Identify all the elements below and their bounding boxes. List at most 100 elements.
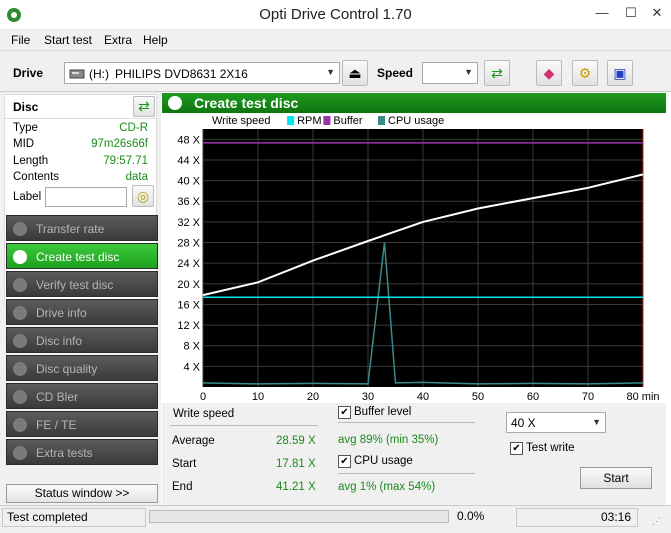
nav-disc-info[interactable]: Disc info [6, 327, 158, 353]
legend-label: CPU usage [388, 115, 444, 127]
gear-icon: ⚙ [578, 65, 592, 81]
refresh-icon: ⇄ [491, 65, 503, 81]
drive-info-icon [13, 306, 27, 320]
disc-length-row: Length 79:57.71 [13, 155, 150, 171]
test-write-checkbox[interactable]: ✔ [510, 442, 523, 455]
cd-bler-icon [13, 390, 27, 404]
y-tick-label: 4 X [183, 361, 200, 373]
menu-start-test[interactable]: Start test [44, 33, 92, 47]
disc-header-title: Disc [13, 100, 39, 114]
nav-disc-quality[interactable]: Disc quality [6, 355, 158, 381]
speed-select[interactable]: ▼ [422, 62, 478, 84]
nav-drive-info[interactable]: Drive info [6, 299, 158, 325]
divider [338, 473, 475, 474]
extra-tests-icon [13, 446, 27, 460]
chevron-down-icon: ▼ [592, 417, 601, 427]
disc-type-label: Type [13, 122, 38, 134]
buffer-level-checkbox[interactable]: ✔ [338, 406, 351, 419]
left-pane: Disc ⇄ Type CD-R MID 97m26s66f Length 79:57… [0, 92, 161, 505]
nav-label: Verify test disc [36, 278, 114, 292]
status-bar: Test completed 0.0% 03:16 ⋰ [0, 505, 671, 533]
x-axis-ticks: 0 10 20 30 40 50 60 70 80 min [200, 391, 660, 403]
y-tick-label: 8 X [183, 341, 200, 353]
start-button[interactable]: Start [580, 467, 652, 489]
x-tick-label: 40 [417, 391, 429, 403]
buffer-avg: avg 89% (min 35%) [338, 434, 439, 446]
drive-icon [69, 69, 85, 79]
drive-select[interactable]: (H:) PHILIPS DVD8631 2X16 ▼ [64, 62, 340, 84]
settings-button[interactable]: ⚙ [572, 60, 598, 86]
toolbar: Drive (H:) PHILIPS DVD8631 2X16 ▼ ⏏ Spee… [0, 50, 671, 92]
main-header: Create test disc [162, 93, 666, 113]
disc-type-row: Type CD-R [13, 122, 150, 138]
disc-label-input[interactable] [45, 187, 127, 207]
nav-verify-test-disc[interactable]: Verify test disc [6, 271, 158, 297]
y-tick-label: 12 X [177, 320, 200, 332]
maximize-button[interactable]: ☐ [618, 2, 644, 24]
refresh-speed-button[interactable]: ⇄ [484, 60, 510, 86]
window-title: Opti Drive Control 1.70 [259, 6, 412, 23]
nav-label: Create test disc [36, 250, 120, 264]
write-speed-chart: Write speed RPM Buffer CPU usage 4 X 8 X 12 X… [177, 115, 660, 403]
cpu-usage-checkbox[interactable]: ✔ [338, 455, 351, 468]
nav-extra-tests[interactable]: Extra tests [6, 439, 158, 465]
nav-transfer-rate[interactable]: Transfer rate [6, 215, 158, 241]
erase-button[interactable]: ◆ [536, 60, 562, 86]
status-text: Test completed [2, 508, 146, 527]
nav-fe-te[interactable]: FE / TE [6, 411, 158, 437]
minimize-button[interactable]: — [589, 2, 615, 24]
disc-type-value: CD-R [119, 122, 148, 134]
refresh-disc-button[interactable]: ⇄ [133, 96, 155, 117]
close-button[interactable]: ✕ [644, 2, 670, 24]
chart-area: Write speed RPM Buffer CPU usage 4 X 8 X 12 X… [162, 113, 666, 403]
x-tick-label: 20 [307, 391, 319, 403]
menu-file[interactable]: File [11, 33, 30, 47]
drive-letter: (H:) [89, 67, 109, 81]
divider [170, 425, 318, 426]
disc-length-label: Length [13, 155, 49, 167]
legend-label: RPM [297, 115, 321, 127]
chart-legend: Write speed RPM Buffer CPU usage [212, 115, 444, 127]
drive-label: Drive [13, 66, 44, 80]
y-tick-label: 32 X [177, 217, 200, 229]
x-tick-label: 70 [582, 391, 594, 403]
x-tick-label: 80 min [626, 391, 659, 403]
write-speed-heading: Write speed [173, 408, 235, 420]
legend-swatch [323, 116, 331, 125]
y-tick-label: 16 X [177, 299, 200, 311]
end-label: End [172, 481, 193, 493]
progress-percent: 0.0% [457, 509, 485, 523]
start-label: Start [172, 458, 197, 470]
disc-contents-row: Contents data [13, 171, 150, 187]
nav-cd-bler[interactable]: CD Bler [6, 383, 158, 409]
x-tick-label: 30 [362, 391, 374, 403]
resize-grip-icon[interactable]: ⋰ [652, 516, 664, 528]
x-tick-label: 50 [472, 391, 484, 403]
disc-mid-row: MID 97m26s66f [13, 138, 150, 154]
eject-button[interactable]: ⏏ [342, 60, 368, 86]
create-test-disc-icon [168, 96, 182, 110]
menu-help[interactable]: Help [143, 33, 168, 47]
disc-label-button[interactable]: ◎ [132, 185, 154, 207]
legend-swatch [287, 116, 295, 125]
create-test-disc-icon [13, 250, 27, 264]
save-button[interactable]: ▣ [607, 60, 633, 86]
nav-label: FE / TE [36, 418, 77, 432]
status-window-button[interactable]: Status window >> [6, 484, 158, 503]
drive-name: PHILIPS DVD8631 2X16 [115, 67, 248, 81]
cpu-usage-label: CPU usage [354, 455, 413, 467]
chevron-down-icon: ▼ [464, 67, 473, 77]
menu-extra[interactable]: Extra [104, 33, 132, 47]
disc-contents-label: Contents [13, 171, 60, 183]
divider [338, 422, 475, 423]
title-bar: Opti Drive Control 1.70 — ☐ ✕ [0, 0, 671, 30]
stats-panel: Write speed Average 28.59 X Start 17.81 … [162, 403, 666, 505]
fe-te-icon [13, 418, 27, 432]
x-tick-label: 60 [527, 391, 539, 403]
disc-header: Disc ⇄ [4, 94, 157, 119]
nav-create-test-disc[interactable]: Create test disc [6, 243, 158, 269]
speed-label: Speed [377, 66, 414, 80]
write-speed-select-value: 40 X [511, 416, 536, 430]
main-title: Create test disc [194, 95, 299, 111]
write-speed-select[interactable]: 40 X ▼ [506, 412, 606, 433]
